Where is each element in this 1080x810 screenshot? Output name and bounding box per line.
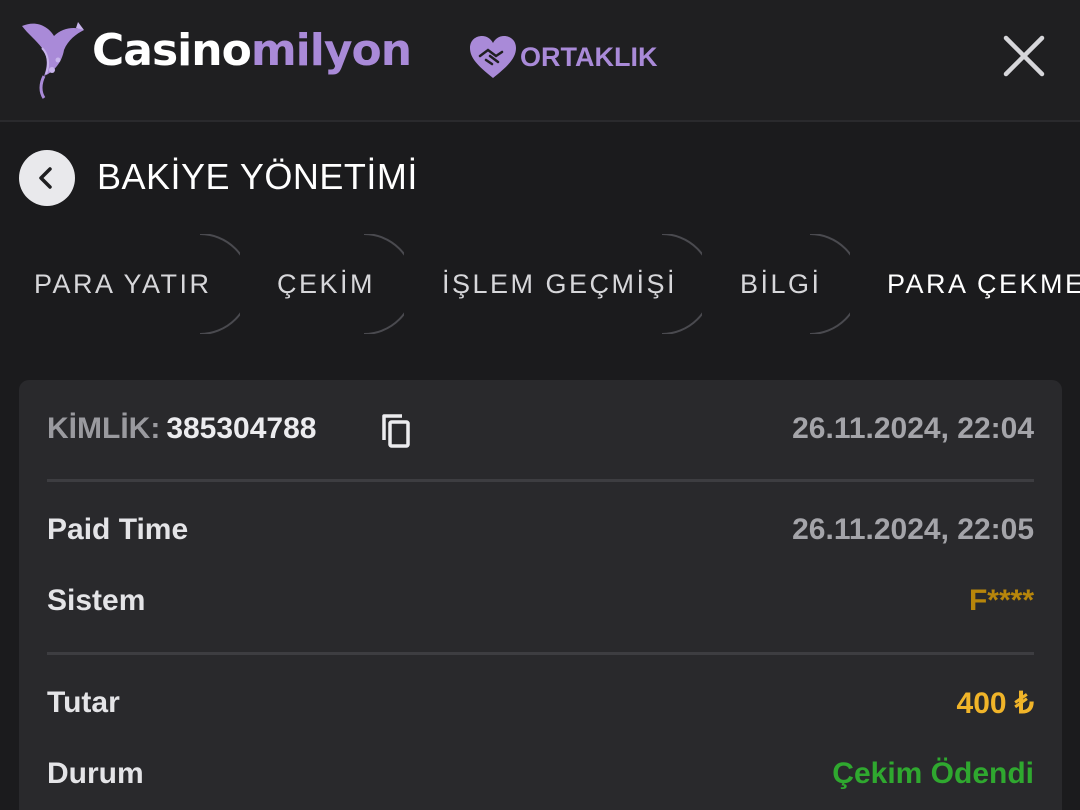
copy-id-button[interactable] xyxy=(380,412,414,450)
close-button[interactable] xyxy=(996,28,1052,84)
paid-time-row: Paid Time 26.11.2024, 22:05 xyxy=(47,505,1034,555)
balance-management-screen: Casinomilyon ORTAKLIK BAKİYE YÖNETİMİ PA… xyxy=(0,0,1080,810)
tab-separator xyxy=(806,234,850,334)
handshake-heart-icon xyxy=(470,36,516,78)
tab-info[interactable]: BİLGİ xyxy=(702,234,850,334)
tab-withdraw[interactable]: ÇEKİM xyxy=(240,234,404,334)
top-header: Casinomilyon ORTAKLIK xyxy=(0,0,1080,122)
amount-row: Tutar 400 ₺ xyxy=(47,678,1034,728)
id-label: KİMLİK: xyxy=(47,412,161,445)
tab-separator xyxy=(360,234,404,334)
transaction-card: KİMLİK: 385304788 26.11.2024, 22:04 Paid … xyxy=(19,380,1062,810)
status-label: Durum xyxy=(47,757,144,790)
amount-label: Tutar xyxy=(47,686,120,719)
chevron-left-icon xyxy=(39,167,52,189)
system-label: Sistem xyxy=(47,584,146,617)
tab-deposit-label: PARA YATIR xyxy=(34,269,212,299)
bird-icon xyxy=(22,22,84,99)
logo-text-casino: Casino xyxy=(92,25,252,76)
status-row: Durum Çekim Ödendi xyxy=(47,749,1034,799)
partner-link[interactable]: ORTAKLIK xyxy=(468,34,657,80)
casino-logo[interactable]: Casinomilyon xyxy=(18,12,412,100)
copy-icon xyxy=(382,414,410,448)
tab-withdrawals[interactable]: PARA ÇEKME xyxy=(850,234,1080,334)
tab-transaction-history-label: İŞLEM GEÇMİŞİ xyxy=(442,269,678,299)
tab-deposit[interactable]: PARA YATIR xyxy=(0,234,240,334)
transaction-id-row: KİMLİK: 385304788 26.11.2024, 22:04 xyxy=(47,404,1034,454)
status-badge: Çekim Ödendi xyxy=(832,757,1034,790)
back-button[interactable] xyxy=(19,150,75,206)
divider xyxy=(47,652,1034,655)
system-value: F**** xyxy=(968,584,1034,617)
logo-wordmark: Casinomilyon xyxy=(92,29,412,73)
close-icon xyxy=(1003,35,1045,77)
tab-transaction-history[interactable]: İŞLEM GEÇMİŞİ xyxy=(404,234,702,334)
tab-bar: PARA YATIR ÇEKİM İŞLEM GEÇMİŞİ BİLGİ PAR… xyxy=(0,234,1080,334)
transaction-id: KİMLİK: 385304788 xyxy=(47,412,316,446)
amount-value: 400 ₺ xyxy=(956,687,1034,720)
tab-withdrawals-label: PARA ÇEKME xyxy=(887,269,1080,299)
partner-label: ORTAKLIK xyxy=(520,41,658,72)
page-title: BAKİYE YÖNETİMİ xyxy=(97,156,418,197)
paid-time-label: Paid Time xyxy=(47,513,189,546)
tab-separator xyxy=(196,234,240,334)
tab-separator xyxy=(658,234,702,334)
system-row: Sistem F**** xyxy=(47,576,1034,626)
id-value: 385304788 xyxy=(166,412,317,445)
created-at: 26.11.2024, 22:04 xyxy=(792,412,1034,445)
paid-time-value: 26.11.2024, 22:05 xyxy=(792,513,1034,546)
logo-text-milyon: milyon xyxy=(250,25,412,76)
divider xyxy=(47,479,1034,482)
